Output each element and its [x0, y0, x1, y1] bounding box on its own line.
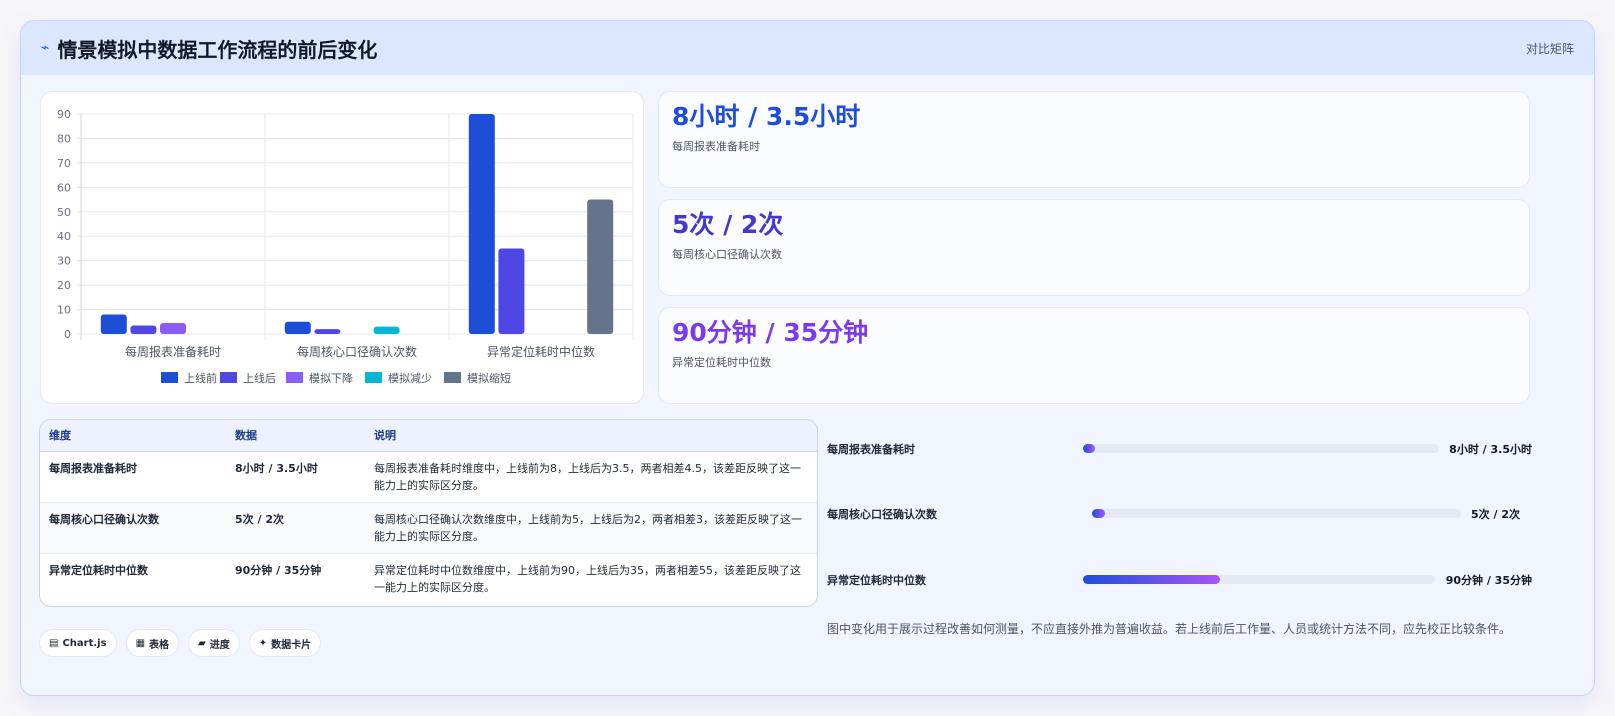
y-tick-label: 50	[57, 206, 71, 219]
pill-label: 进度	[209, 639, 230, 651]
bar	[468, 114, 495, 334]
table-row: 每周核心口径确认次数 5次 / 2次 每周核心口径确认次数维度中，上线前为5，上…	[40, 502, 817, 554]
cell-description: 异常定位耗时中位数维度中，上线前为90，上线后为35，两者相差55，该差距反映了…	[374, 563, 801, 594]
cell-description: 每周报表准备耗时维度中，上线前为8，上线后为3.5，两者相差4.5，该差距反映了…	[365, 451, 817, 503]
bar	[587, 199, 614, 334]
bar	[373, 326, 400, 334]
table-row: 异常定位耗时中位数 90分钟 / 35分钟 异常定位耗时中位数维度中，上线前为9…	[40, 553, 817, 604]
stat-card-anomaly-time: 90分钟 / 35分钟 异常定位耗时中位数	[658, 307, 1530, 404]
column-header-data: 数据	[226, 420, 365, 452]
bar-chart-card: 0 10 20 30 40 50 60 70 80 90 每周报表准备耗时 每周核心口径确认次数 异常定…	[40, 91, 644, 404]
bar	[130, 325, 157, 334]
card-icon: ✦	[258, 637, 268, 649]
stat-card-report-time: 8小时 / 3.5小时 每周报表准备耗时	[658, 91, 1530, 188]
stat-value: 90分钟 / 35分钟	[672, 318, 869, 347]
panel-header: ⌁ 情景模拟中数据工作流程的前后变化 对比矩阵	[21, 21, 1594, 75]
chart-line-icon: ⌁	[41, 40, 50, 56]
pill-table[interactable]: ▦ 表格	[125, 629, 180, 657]
legend-label: 模拟缩短	[467, 371, 511, 385]
cell-description: 每周核心口径确认次数维度中，上线前为5，上线后为2，两者相差3，该差距反映了这一…	[365, 502, 817, 554]
stat-card-confirm-count: 5次 / 2次 每周核心口径确认次数	[658, 199, 1530, 296]
y-tick-label: 40	[57, 230, 71, 243]
cell-dimension: 每周报表准备耗时	[40, 451, 226, 503]
legend-label: 上线前	[184, 371, 217, 385]
progress-row-report-time: 每周报表准备耗时 8小时 / 3.5小时	[827, 438, 1532, 458]
progress-track	[1083, 575, 1435, 584]
y-tick-label: 20	[57, 279, 71, 292]
stat-value: 8小时 / 3.5小时	[672, 102, 861, 131]
feature-pills: ▤ Chart.js ▦ 表格 ▰ 进度 ✦ 数据卡片	[39, 629, 322, 657]
legend-label: 模拟减少	[388, 371, 432, 385]
progress-icon: ▰	[198, 637, 206, 649]
pill-label: 表格	[149, 639, 170, 651]
progress-label: 异常定位耗时中位数	[827, 574, 926, 587]
bar	[160, 323, 186, 334]
legend-swatch	[365, 372, 382, 383]
stat-label: 异常定位耗时中位数	[672, 356, 771, 369]
x-tick-label: 异常定位耗时中位数	[487, 344, 595, 359]
title-wrap: ⌁ 情景模拟中数据工作流程的前后变化	[41, 34, 377, 63]
legend-label: 模拟下降	[309, 371, 353, 385]
stat-value: 5次 / 2次	[672, 210, 784, 239]
pill-progress[interactable]: ▰ 进度	[188, 629, 240, 657]
bar	[284, 321, 311, 334]
y-tick-label: 70	[57, 157, 71, 170]
y-tick-label: 60	[57, 181, 71, 194]
cell-dimension: 异常定位耗时中位数	[49, 563, 148, 577]
table-icon: ▦	[135, 637, 146, 649]
legend-swatch	[220, 372, 237, 383]
pill-label: Chart.js	[62, 637, 107, 649]
view-mode-label[interactable]: 对比矩阵	[1526, 40, 1574, 57]
bar	[100, 314, 127, 334]
cell-data: 8小时 / 3.5小时	[226, 451, 365, 503]
y-tick-label: 90	[57, 108, 71, 121]
progress-label: 每周核心口径确认次数	[827, 508, 937, 521]
progress-fill	[1083, 444, 1096, 453]
x-tick-label: 每周核心口径确认次数	[297, 344, 417, 359]
pill-data-card[interactable]: ✦ 数据卡片	[248, 629, 322, 657]
column-header-dimension: 维度	[40, 420, 226, 452]
bar	[498, 248, 525, 334]
progress-row-confirm-count: 每周核心口径确认次数 5次 / 2次	[827, 503, 1532, 523]
legend-swatch	[286, 372, 303, 383]
y-tick-label: 80	[57, 132, 71, 145]
y-tick-label: 30	[57, 255, 71, 268]
page-title: 情景模拟中数据工作流程的前后变化	[57, 37, 378, 62]
legend-label: 上线后	[243, 371, 276, 385]
cell-data: 90分钟 / 35分钟	[235, 563, 322, 577]
x-tick-label: 每周报表准备耗时	[125, 344, 221, 359]
bar-chart: 0 10 20 30 40 50 60 70 80 90 每周报表准备耗时 每周核心口径确认次数 异常定…	[57, 108, 634, 385]
progress-value: 90分钟 / 35分钟	[1445, 574, 1532, 587]
footnote: 图中变化用于展示过程改善如何测量，不应直接外推为普遍收益。若上线前后工作量、人员…	[827, 622, 1512, 636]
progress-label: 每周报表准备耗时	[827, 443, 915, 456]
table-row: 每周报表准备耗时 8小时 / 3.5小时 每周报表准备耗时维度中，上线前为8，上…	[40, 451, 817, 503]
stat-label: 每周核心口径确认次数	[672, 248, 782, 261]
pill-label: 数据卡片	[271, 639, 312, 651]
pill-chartjs[interactable]: ▤ Chart.js	[39, 629, 117, 657]
table-header-row: 维度 数据 说明	[40, 420, 817, 452]
cell-data: 5次 / 2次	[226, 502, 365, 554]
y-tick-label: 10	[57, 304, 71, 317]
progress-value: 8小时 / 3.5小时	[1449, 443, 1532, 456]
chart-icon: ▤	[49, 637, 59, 649]
y-tick-label: 0	[64, 328, 71, 341]
progress-row-anomaly-time: 异常定位耗时中位数 90分钟 / 35分钟	[827, 569, 1532, 589]
bar	[314, 329, 341, 334]
comparison-table: 维度 数据 说明 每周报表准备耗时 8小时 / 3.5小时 每周报表准备耗时维度…	[40, 420, 817, 604]
legend-swatch	[161, 372, 178, 383]
progress-value: 5次 / 2次	[1471, 508, 1520, 521]
progress-fill	[1083, 575, 1221, 584]
legend-swatch	[444, 372, 461, 383]
column-header-description: 说明	[365, 420, 817, 452]
progress-track	[1092, 509, 1461, 518]
progress-fill	[1092, 509, 1105, 518]
comparison-panel: ⌁ 情景模拟中数据工作流程的前后变化 对比矩阵 0 10 20 30 40 50 60 70 8…	[20, 20, 1595, 696]
progress-track	[1083, 444, 1439, 453]
comparison-table-card: 维度 数据 说明 每周报表准备耗时 8小时 / 3.5小时 每周报表准备耗时维度…	[39, 419, 818, 607]
stat-label: 每周报表准备耗时	[672, 140, 760, 153]
cell-dimension: 每周核心口径确认次数	[40, 502, 226, 554]
